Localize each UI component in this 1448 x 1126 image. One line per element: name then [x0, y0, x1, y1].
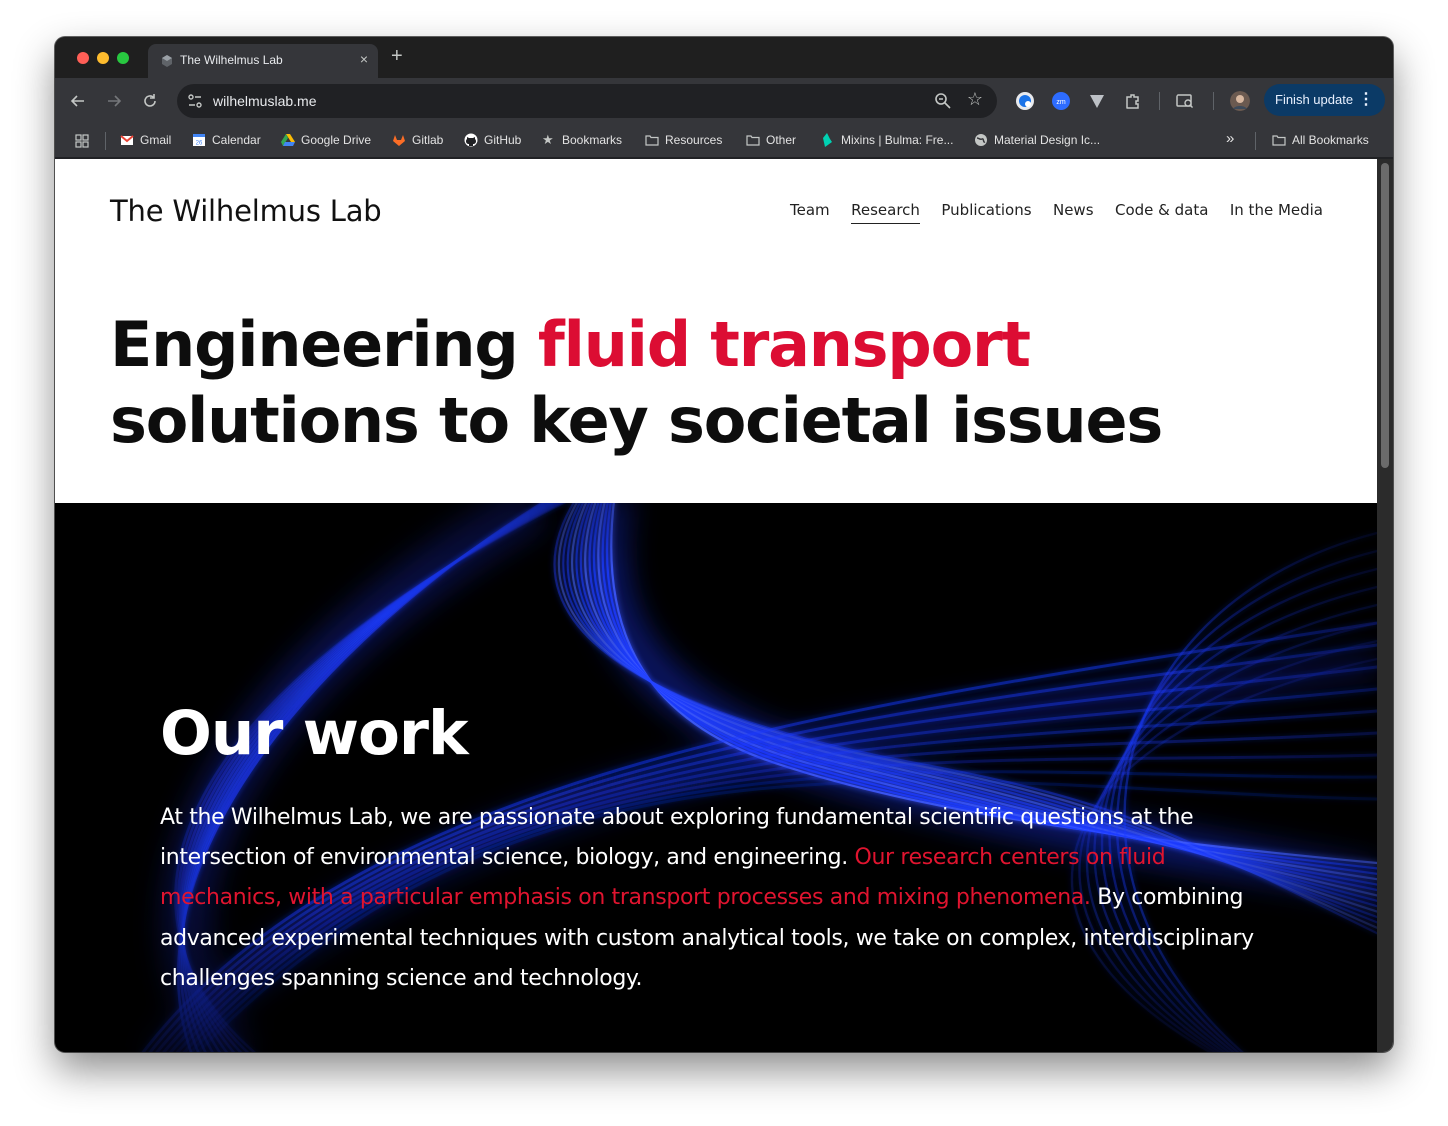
forward-button[interactable] [103, 90, 125, 112]
back-button[interactable] [67, 90, 89, 112]
profile-avatar[interactable] [1230, 91, 1250, 111]
github-icon [464, 133, 478, 147]
all-bookmarks-button[interactable]: All Bookmarks [1272, 132, 1369, 150]
our-work-hero: Our work At the Wilhelmus Lab, we are pa… [55, 503, 1377, 1052]
calendar-icon: 26 [193, 133, 205, 146]
tab-close-icon[interactable]: × [360, 51, 368, 67]
gitlab-icon [393, 134, 405, 146]
headline-part1: Engineering [110, 308, 538, 381]
globe-icon [975, 133, 987, 146]
bookmarks-overflow-button[interactable]: » [1226, 130, 1234, 148]
our-work-description: At the Wilhelmus Lab, we are passionate … [160, 798, 1260, 999]
nav-in-the-media[interactable]: In the Media [1230, 201, 1323, 219]
bookmark-divider [1255, 132, 1256, 150]
browser-toolbar: wilhelmuslab.me ☆ zm Finish update ⋮ [55, 78, 1393, 124]
gmail-icon [120, 135, 134, 145]
toolbar-divider [1159, 92, 1160, 110]
vimium-extension-icon[interactable] [1087, 91, 1107, 111]
bookmark-github[interactable]: GitHub [464, 132, 521, 150]
page-viewport: The Wilhelmus Lab Team Research Publicat… [55, 159, 1393, 1052]
nav-team[interactable]: Team [790, 201, 830, 219]
bookmark-bookmarks[interactable]: ★ Bookmarks [542, 132, 622, 150]
maximize-window-button[interactable] [117, 52, 129, 64]
bookmark-star-icon[interactable]: ☆ [967, 89, 983, 110]
nav-research[interactable]: Research [851, 201, 920, 224]
reload-icon [144, 94, 156, 107]
site-header: The Wilhelmus Lab Team Research Publicat… [55, 159, 1377, 503]
bookmark-calendar[interactable]: 26 Calendar [192, 132, 261, 150]
bookmark-divider [105, 132, 106, 150]
arrow-left-icon [70, 95, 84, 107]
apps-grid-icon[interactable] [75, 134, 89, 148]
site-logo[interactable]: The Wilhelmus Lab [110, 194, 382, 228]
close-window-button[interactable] [77, 52, 89, 64]
tab-search-icon[interactable] [1175, 91, 1195, 111]
address-bar[interactable]: wilhelmuslab.me ☆ [177, 84, 997, 118]
extensions-puzzle-icon[interactable] [1123, 91, 1143, 111]
browser-window: The Wilhelmus Lab × + wilhelmuslab.me ☆ … [55, 37, 1393, 1052]
new-tab-button[interactable]: + [391, 45, 403, 68]
bookmark-google-drive[interactable]: Google Drive [281, 132, 371, 150]
our-work-title: Our work [160, 698, 469, 769]
bookmark-gmail[interactable]: Gmail [120, 132, 171, 150]
bookmark-other[interactable]: Other [746, 132, 796, 150]
more-menu-icon: ⋮ [1358, 91, 1374, 108]
calendar-day: 26 [196, 140, 203, 146]
headline-highlight: fluid transport [537, 308, 1031, 381]
main-nav: Team Research Publications News Code & d… [773, 201, 1323, 224]
tab-strip: The Wilhelmus Lab × + [55, 37, 1393, 78]
zoom-extension-icon[interactable]: zm [1051, 91, 1071, 111]
tab-wilhelmus-lab[interactable]: The Wilhelmus Lab × [148, 44, 378, 78]
url-text[interactable]: wilhelmuslab.me [213, 93, 316, 109]
finish-update-label: Finish update [1275, 92, 1354, 107]
folder-icon [1272, 135, 1286, 146]
page-scrollbar[interactable] [1377, 159, 1393, 1052]
bookmark-material-design[interactable]: Material Design Ic... [974, 132, 1100, 150]
nav-publications[interactable]: Publications [941, 201, 1031, 219]
arrow-right-icon [108, 95, 122, 107]
headline-part2: solutions to key societal issues [110, 384, 1163, 457]
reload-button[interactable] [139, 90, 161, 112]
bookmark-gitlab[interactable]: Gitlab [392, 132, 443, 150]
tab-title: The Wilhelmus Lab [180, 53, 283, 67]
finish-update-button[interactable]: Finish update ⋮ [1264, 84, 1385, 116]
zm-label: zm [1056, 99, 1066, 106]
bookmark-bulma-mixins[interactable]: Mixins | Bulma: Fre... [821, 132, 953, 150]
page-headline: Engineering fluid transport solutions to… [110, 307, 1340, 459]
extension-profile-icon[interactable] [1015, 91, 1035, 111]
folder-icon [746, 135, 760, 146]
site-settings-icon[interactable] [185, 91, 205, 111]
zoom-icon[interactable] [933, 91, 953, 111]
folder-icon [645, 135, 659, 146]
site-favicon-icon [162, 55, 172, 67]
bulma-icon [823, 132, 832, 147]
minimize-window-button[interactable] [97, 52, 109, 64]
scrollbar-thumb[interactable] [1381, 163, 1389, 468]
nav-news[interactable]: News [1053, 201, 1094, 219]
toolbar-divider [1213, 92, 1214, 110]
nav-code-data[interactable]: Code & data [1115, 201, 1208, 219]
google-drive-icon [281, 133, 295, 146]
bookmark-resources[interactable]: Resources [645, 132, 722, 150]
bookmarks-bar: Gmail 26 Calendar Google Drive Gitlab Git… [55, 124, 1393, 158]
star-icon: ★ [542, 131, 554, 147]
